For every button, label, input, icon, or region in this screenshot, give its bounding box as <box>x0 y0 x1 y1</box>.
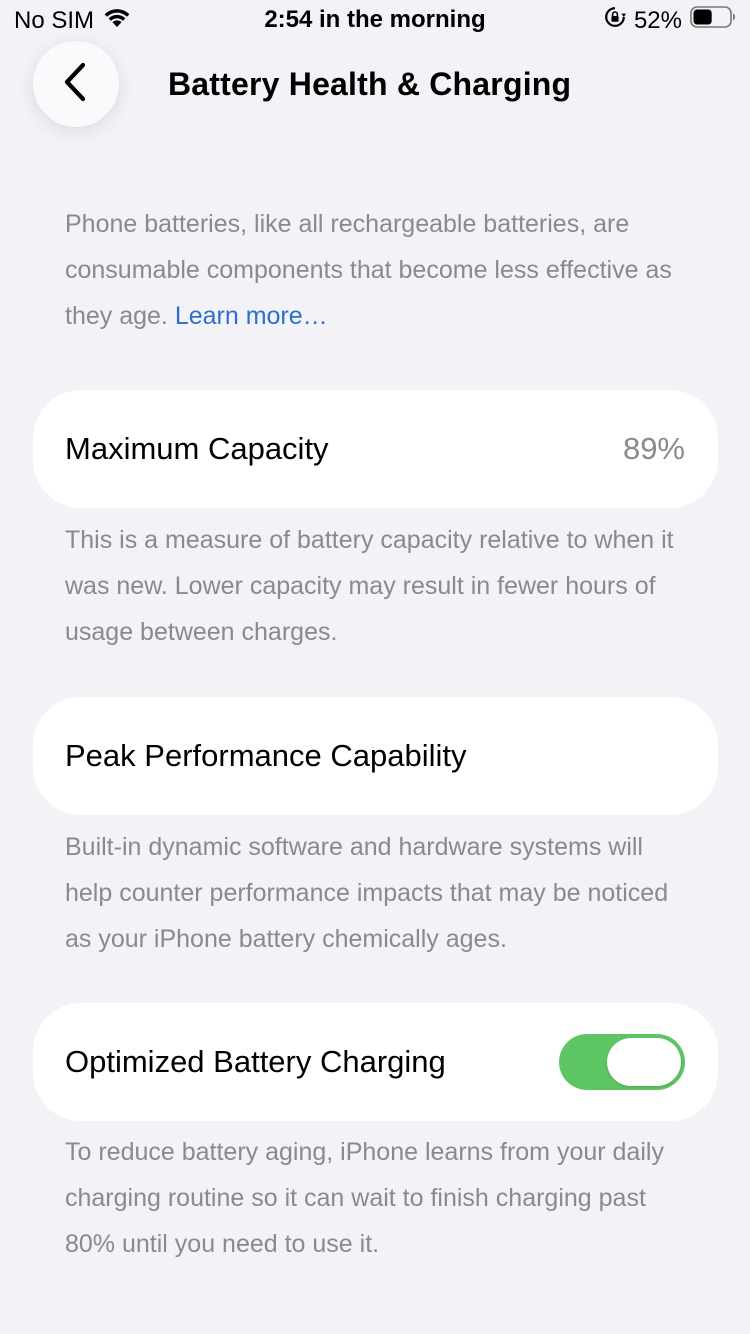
peak-performance-row: Peak Performance Capability <box>33 697 718 815</box>
optimized-charging-description: To reduce battery aging, iPhone learns f… <box>65 1138 664 1258</box>
maximum-capacity-row: Maximum Capacity 89% <box>33 390 718 508</box>
page-title: Battery Health & Charging <box>168 66 572 102</box>
optimized-charging-toggle[interactable] <box>559 1034 685 1090</box>
optimized-charging-label: Optimized Battery Charging <box>65 1044 446 1079</box>
orientation-lock-icon <box>604 6 626 35</box>
peak-performance-label: Peak Performance Capability <box>65 738 467 773</box>
chevron-left-icon <box>61 62 91 107</box>
maximum-capacity-description: This is a measure of battery capacity re… <box>65 526 674 646</box>
battery-percent: 52% <box>633 6 682 34</box>
learn-more-link[interactable]: Learn more… <box>175 302 328 330</box>
maximum-capacity-label: Maximum Capacity <box>65 431 329 466</box>
intro-description: Phone batteries, like all rechargeable b… <box>65 201 695 339</box>
intro-text: Phone batteries, like all rechargeable b… <box>65 210 672 330</box>
optimized-charging-row: Optimized Battery Charging <box>33 1003 718 1121</box>
toggle-knob <box>607 1038 681 1086</box>
status-bar: No SIM 2:54 in the morning 52% <box>0 0 750 42</box>
peak-performance-description: Built-in dynamic software and hardware s… <box>65 833 669 953</box>
battery-icon <box>690 6 736 35</box>
status-right: 52% <box>604 6 736 35</box>
maximum-capacity-value: 89% <box>622 431 685 466</box>
back-button[interactable] <box>33 41 119 127</box>
